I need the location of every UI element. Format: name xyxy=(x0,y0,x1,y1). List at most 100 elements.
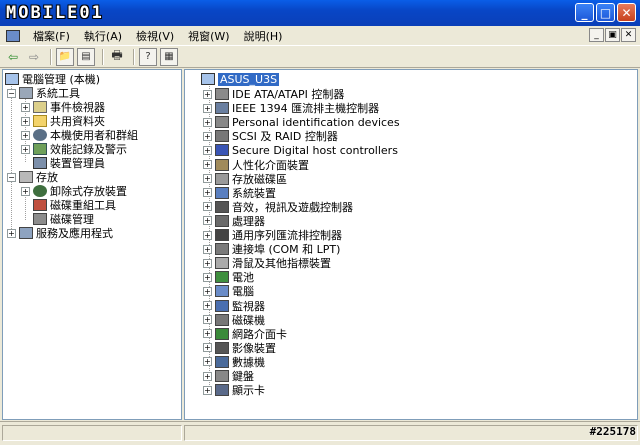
device-category[interactable]: + 連接埠 (COM 和 LPT) xyxy=(203,242,340,256)
id-device-icon xyxy=(215,116,229,129)
expand-icon[interactable]: + xyxy=(21,186,30,196)
device-category[interactable]: + 通用序列匯流排控制器 xyxy=(203,228,342,242)
device-category[interactable]: + IEEE 1394 匯流排主機控制器 xyxy=(203,101,379,115)
expand-icon[interactable]: + xyxy=(203,385,212,395)
processor-icon xyxy=(215,214,229,227)
expand-icon[interactable]: + xyxy=(21,116,30,126)
expand-icon[interactable]: + xyxy=(203,343,212,353)
device-category[interactable]: + 滑鼠及其他指標裝置 xyxy=(203,256,331,270)
device-category[interactable]: + Secure Digital host controllers xyxy=(203,143,398,157)
device-category[interactable]: + 數據機 xyxy=(203,355,265,369)
tree-item-removable-storage[interactable]: + 卸除式存放裝置 xyxy=(21,184,127,198)
up-folder-icon[interactable]: 📁 xyxy=(56,47,74,66)
print-icon[interactable]: 🖶 xyxy=(108,48,126,66)
expand-icon[interactable]: + xyxy=(203,103,212,113)
expand-icon[interactable]: + xyxy=(203,131,212,141)
expand-icon[interactable]: + xyxy=(203,188,212,198)
collapse-icon[interactable]: − xyxy=(7,88,16,98)
tree-item-event-viewer[interactable]: + 事件檢視器 xyxy=(21,100,105,114)
watermark-text: #225178 xyxy=(589,425,636,438)
tree-item-shared-folders[interactable]: + 共用資料夾 xyxy=(21,114,105,128)
device-category[interactable]: + 電腦 xyxy=(203,284,254,298)
expand-icon[interactable]: + xyxy=(21,130,30,140)
device-category[interactable]: + IDE ATA/ATAPI 控制器 xyxy=(203,87,344,101)
expand-icon[interactable]: + xyxy=(21,144,30,154)
menu-action[interactable]: 執行(A) xyxy=(77,28,129,44)
close-button[interactable]: ✕ xyxy=(617,3,636,22)
device-category[interactable]: + 影像裝置 xyxy=(203,341,276,355)
tree-group-system-tools[interactable]: − 系統工具 xyxy=(7,86,80,100)
expand-icon[interactable]: + xyxy=(203,244,212,254)
tree-item-performance-logs[interactable]: + 效能記錄及警示 xyxy=(21,142,127,156)
maximize-button[interactable]: □ xyxy=(596,3,615,22)
device-category[interactable]: + SCSI 及 RAID 控制器 xyxy=(203,129,338,143)
expand-icon[interactable]: + xyxy=(203,315,212,325)
port-icon xyxy=(215,243,229,256)
child-restore-button[interactable]: ▣ xyxy=(605,28,620,42)
device-list-pane[interactable]: ASUS_U3S + IDE ATA/ATAPI 控制器 + IEEE 1394 匯流… xyxy=(184,69,638,420)
tree-item-device-manager[interactable]: 裝置管理員 xyxy=(21,156,105,170)
device-category[interactable]: + 人性化介面裝置 xyxy=(203,158,309,172)
defrag-icon xyxy=(33,199,47,211)
toolbar: ⇦ ⇨ 📁 ▤ 🖶 ? ▦ xyxy=(0,46,640,68)
device-root[interactable]: ASUS_U3S xyxy=(201,72,280,86)
tree-item-defragmenter[interactable]: 磁碟重組工具 xyxy=(21,198,116,212)
expand-icon[interactable]: + xyxy=(203,272,212,282)
child-close-button[interactable]: ✕ xyxy=(621,28,636,42)
menu-file[interactable]: 檔案(F) xyxy=(26,28,77,44)
properties-icon[interactable]: ? xyxy=(139,47,157,66)
expand-icon[interactable]: + xyxy=(203,89,212,99)
ide-controller-icon xyxy=(215,88,229,100)
mmc-icon[interactable] xyxy=(6,29,20,42)
menu-view[interactable]: 檢視(V) xyxy=(129,28,181,44)
device-category[interactable]: + 電池 xyxy=(203,270,254,284)
tree-item-local-users[interactable]: + 本機使用者和群組 xyxy=(21,128,138,142)
device-category[interactable]: + 磁碟機 xyxy=(203,313,265,327)
minimize-button[interactable]: _ xyxy=(575,3,594,22)
back-arrow-icon[interactable]: ⇦ xyxy=(4,48,22,66)
expand-icon[interactable]: + xyxy=(203,216,212,226)
menu-help[interactable]: 說明(H) xyxy=(237,28,290,44)
collapse-icon[interactable]: − xyxy=(7,172,16,182)
expand-icon[interactable]: + xyxy=(203,145,212,155)
status-bar xyxy=(0,421,640,445)
event-viewer-icon xyxy=(33,101,47,113)
tree-root[interactable]: 電腦管理 (本機) xyxy=(5,72,100,86)
status-cell xyxy=(184,425,638,441)
expand-icon[interactable]: + xyxy=(203,174,212,184)
forward-arrow-icon[interactable]: ⇨ xyxy=(25,48,43,66)
expand-icon[interactable]: + xyxy=(203,202,212,212)
device-category[interactable]: + 監視器 xyxy=(203,299,265,313)
console-tree-pane[interactable]: 電腦管理 (本機) − 系統工具 + 事件檢視器 + 共用資料夾 + 本機使用者… xyxy=(2,69,182,420)
expand-icon[interactable]: + xyxy=(203,371,212,381)
device-category[interactable]: + 顯示卡 xyxy=(203,383,265,397)
device-category[interactable]: + 系統裝置 xyxy=(203,186,276,200)
device-category[interactable]: + Personal identification devices xyxy=(203,115,400,129)
device-category[interactable]: + 處理器 xyxy=(203,214,265,228)
expand-icon[interactable]: + xyxy=(203,286,212,296)
device-category[interactable]: + 鍵盤 xyxy=(203,369,254,383)
tree-group-storage[interactable]: − 存放 xyxy=(7,170,58,184)
disk-management-icon xyxy=(33,213,47,225)
expand-icon[interactable]: + xyxy=(203,258,212,268)
expand-icon[interactable]: + xyxy=(203,230,212,240)
device-category[interactable]: + 音效，視訊及遊戲控制器 xyxy=(203,200,353,214)
device-category[interactable]: + 網路介面卡 xyxy=(203,327,287,341)
tree-group-services[interactable]: + 服務及應用程式 xyxy=(7,226,113,240)
expand-icon[interactable]: + xyxy=(203,160,212,169)
help-icon[interactable]: ▦ xyxy=(160,47,178,66)
menu-window[interactable]: 視窗(W) xyxy=(181,28,236,44)
expand-icon[interactable]: + xyxy=(203,301,212,310)
expand-icon[interactable]: + xyxy=(203,357,212,367)
show-tree-icon[interactable]: ▤ xyxy=(77,47,95,66)
tree-item-disk-management[interactable]: 磁碟管理 xyxy=(21,212,94,226)
expand-icon[interactable]: + xyxy=(203,117,212,127)
users-icon xyxy=(33,129,47,141)
expand-icon[interactable]: + xyxy=(21,102,30,112)
expand-icon[interactable]: + xyxy=(7,228,16,238)
expand-icon[interactable]: + xyxy=(203,329,212,339)
toolbar-separator xyxy=(102,48,104,65)
modem-icon xyxy=(215,355,229,368)
device-category[interactable]: + 存放磁碟區 xyxy=(203,172,287,186)
child-minimize-button[interactable]: _ xyxy=(589,28,604,42)
